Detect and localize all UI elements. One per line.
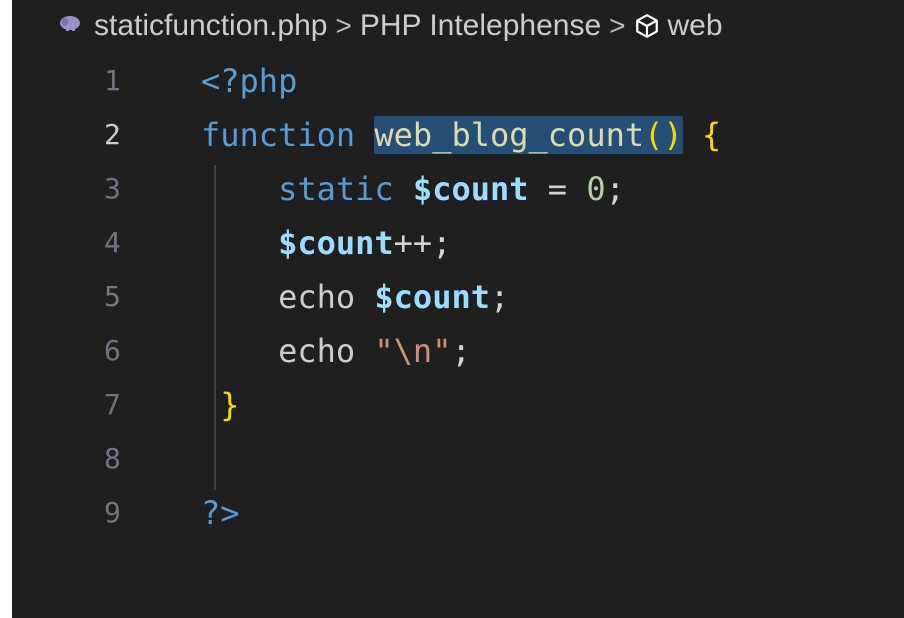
selected-text: web_blog_count(): [374, 116, 683, 154]
semicolon: ;: [451, 332, 471, 370]
variable: $count: [374, 278, 490, 316]
keyword-static: static: [278, 170, 394, 208]
code-line[interactable]: 9 ?>: [12, 488, 904, 542]
line-content: }: [201, 386, 240, 424]
code-line[interactable]: 5 echo $count;: [12, 272, 904, 326]
line-content: function web_blog_count() {: [201, 116, 721, 154]
function-name: web_blog_count: [374, 116, 645, 154]
breadcrumb: staticfunction.php > PHP Intelephense > …: [12, 0, 904, 52]
variable: $count: [412, 170, 529, 208]
code-line[interactable]: 3 static $count = 0;: [12, 164, 904, 218]
breadcrumb-separator: >: [609, 10, 626, 41]
variable: $count: [278, 224, 394, 262]
line-number: 7: [104, 388, 121, 421]
operator: ++;: [393, 224, 452, 262]
line-number: 4: [104, 226, 121, 259]
line-number: 3: [104, 172, 121, 205]
line-content: static $count = 0;: [201, 170, 625, 208]
line-number: 2: [104, 118, 121, 151]
cube-icon: [635, 14, 658, 38]
breadcrumb-provider[interactable]: PHP Intelephense: [360, 9, 601, 43]
code-line[interactable]: 1 <?php: [12, 56, 904, 110]
string-literal: "\n": [374, 332, 452, 370]
open-brace: {: [701, 116, 722, 154]
php-open-tag: <?php: [201, 62, 298, 100]
php-elephant-icon: [60, 16, 80, 31]
keyword-echo: echo: [278, 278, 356, 316]
code-line[interactable]: 8: [12, 434, 904, 488]
code-editor[interactable]: staticfunction.php > PHP Intelephense > …: [12, 0, 904, 618]
semicolon: ;: [489, 278, 510, 316]
breadcrumb-file[interactable]: staticfunction.php: [94, 9, 327, 43]
line-number: 9: [104, 496, 121, 529]
line-number: 5: [104, 280, 121, 313]
line-number: 1: [104, 64, 121, 97]
code-line[interactable]: 2 function web_blog_count() {: [12, 110, 904, 164]
semicolon: ;: [605, 170, 625, 208]
close-brace: }: [220, 386, 240, 424]
line-number: 6: [104, 334, 121, 367]
code-line[interactable]: 6 echo "\n";: [12, 326, 904, 380]
keyword-echo: echo: [278, 332, 356, 370]
breadcrumb-separator: >: [335, 10, 352, 41]
line-number: 8: [104, 442, 121, 475]
code-line[interactable]: 4 $count++;: [12, 218, 904, 272]
line-content: echo "\n";: [201, 332, 471, 370]
keyword-function: function: [201, 116, 356, 154]
number-literal: 0: [586, 170, 606, 208]
operator: =: [528, 170, 587, 208]
line-content: $count++;: [201, 224, 451, 262]
line-content: echo $count;: [201, 278, 509, 316]
code-line[interactable]: 7 }: [12, 380, 904, 434]
breadcrumb-symbol[interactable]: web: [668, 9, 723, 43]
line-content: <?php: [201, 62, 297, 100]
parentheses: (): [644, 116, 683, 154]
line-content: ?>: [201, 494, 240, 532]
php-close-tag: ?>: [201, 494, 240, 532]
